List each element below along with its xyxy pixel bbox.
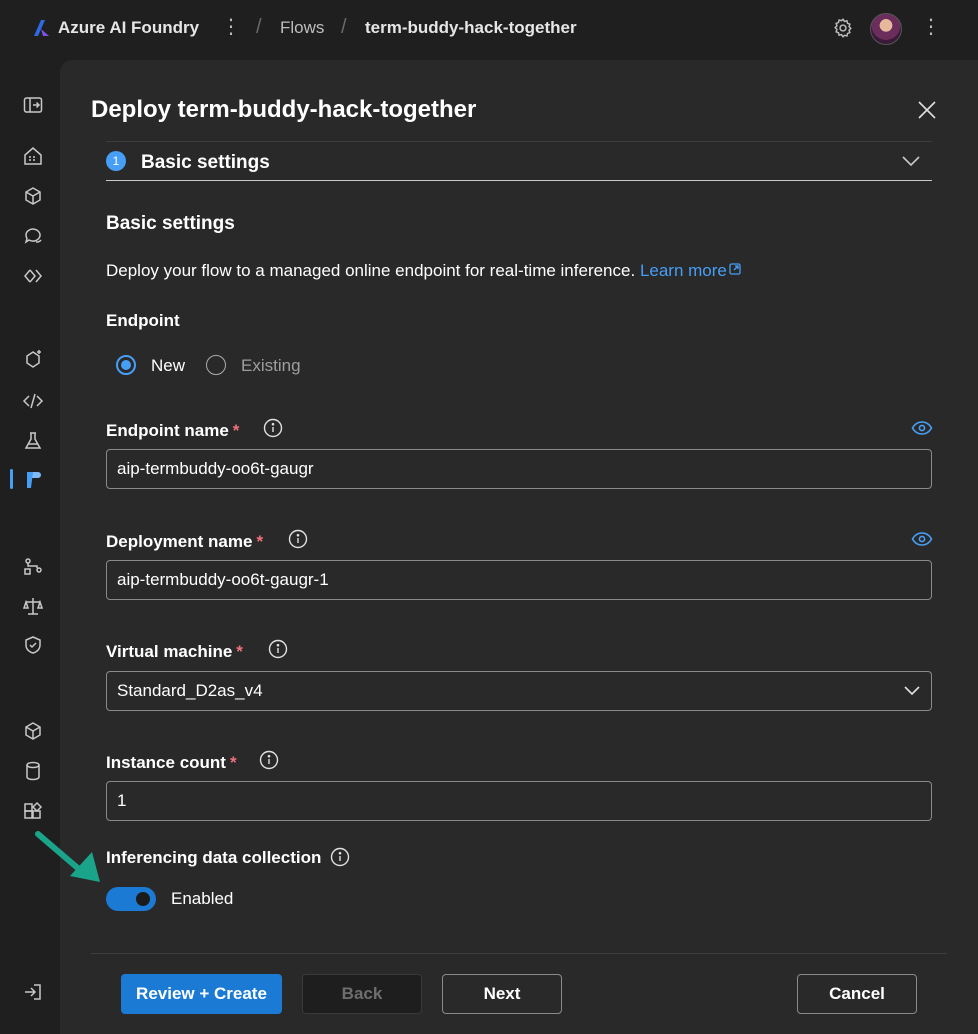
compare-icon[interactable] xyxy=(22,265,44,287)
eye-icon[interactable] xyxy=(911,531,933,547)
endpoint-name-input[interactable] xyxy=(106,449,932,489)
toggle-knob xyxy=(136,892,150,906)
info-icon[interactable] xyxy=(288,529,308,549)
endpoint-label: Endpoint xyxy=(106,311,180,330)
required-marker: * xyxy=(236,642,243,661)
breadcrumb-separator: / xyxy=(341,16,347,38)
data-collection-state: Enabled xyxy=(171,889,234,908)
prompt-flow-icon[interactable] xyxy=(22,469,44,491)
endpoint-existing-label[interactable]: Existing xyxy=(241,356,301,376)
endpoint-name-label-text: Endpoint name xyxy=(106,421,229,440)
divider xyxy=(106,180,932,181)
next-button[interactable]: Next xyxy=(442,974,562,1014)
deployment-name-label-text: Deployment name xyxy=(106,532,253,551)
panel-title: Deploy term-buddy-hack-together xyxy=(91,96,477,123)
chevron-down-icon[interactable] xyxy=(900,152,922,170)
tracing-icon[interactable] xyxy=(22,556,44,578)
model-catalog-icon[interactable] xyxy=(22,185,44,207)
settings-gear-icon[interactable] xyxy=(832,17,854,39)
endpoint-name-label: Endpoint name * xyxy=(106,421,239,441)
deploy-panel: Deploy term-buddy-hack-together 1 Basic … xyxy=(60,60,978,1034)
instance-count-input[interactable] xyxy=(106,781,932,821)
info-icon[interactable] xyxy=(259,750,279,770)
safety-shield-icon[interactable] xyxy=(22,634,44,656)
footer-divider xyxy=(91,953,947,954)
divider xyxy=(106,141,932,142)
virtual-machine-label-text: Virtual machine xyxy=(106,642,233,661)
data-collection-toggle[interactable] xyxy=(106,887,156,911)
chat-icon[interactable] xyxy=(22,225,44,247)
flask-icon[interactable] xyxy=(22,430,44,452)
info-icon[interactable] xyxy=(330,847,350,867)
info-icon[interactable] xyxy=(263,418,283,438)
data-collection-label: Inferencing data collection xyxy=(106,848,322,867)
chevron-down-icon[interactable] xyxy=(903,685,921,697)
required-marker: * xyxy=(232,421,240,440)
azure-logo-icon[interactable] xyxy=(32,18,52,38)
top-bar: Azure AI Foundry ⋮ / Flows / term-buddy-… xyxy=(0,0,978,56)
app-menu-icon[interactable]: ⋮ xyxy=(221,17,241,37)
virtual-machine-select[interactable]: Standard_D2as_v4 xyxy=(106,671,932,711)
sign-out-icon[interactable] xyxy=(22,981,44,1003)
app-brand[interactable]: Azure AI Foundry xyxy=(58,18,199,38)
required-marker: * xyxy=(229,753,237,772)
collapse-panel-icon[interactable] xyxy=(22,94,44,116)
virtual-machine-label: Virtual machine * xyxy=(106,642,243,662)
components-icon[interactable] xyxy=(22,800,44,822)
home-icon[interactable] xyxy=(22,145,44,167)
annotation-arrow-icon xyxy=(35,831,100,882)
step-title[interactable]: Basic settings xyxy=(141,152,270,174)
more-options-icon[interactable]: ⋮ xyxy=(921,17,941,37)
external-link-icon xyxy=(729,263,741,275)
breadcrumb-separator: / xyxy=(256,16,262,38)
required-marker: * xyxy=(256,532,264,551)
deployment-name-label: Deployment name * xyxy=(106,532,263,552)
code-icon[interactable] xyxy=(22,390,44,412)
section-title: Basic settings xyxy=(106,213,235,234)
breadcrumb-flows[interactable]: Flows xyxy=(280,18,324,38)
info-icon[interactable] xyxy=(268,639,288,659)
endpoint-existing-radio[interactable] xyxy=(206,355,226,375)
instance-count-label-text: Instance count xyxy=(106,753,226,772)
data-storage-icon[interactable] xyxy=(22,760,44,782)
breadcrumb-current[interactable]: term-buddy-hack-together xyxy=(365,18,577,38)
endpoint-new-label[interactable]: New xyxy=(151,356,185,376)
instance-count-label: Instance count * xyxy=(106,753,237,773)
close-icon[interactable] xyxy=(916,99,938,121)
review-create-button[interactable]: Review + Create xyxy=(121,974,282,1014)
user-avatar[interactable] xyxy=(870,13,902,45)
evaluation-icon[interactable] xyxy=(22,595,44,617)
learn-more-link[interactable]: Learn more xyxy=(640,261,741,280)
learn-more-label: Learn more xyxy=(639,261,727,280)
description-text: Deploy your flow to a managed online end… xyxy=(106,261,636,280)
step-number-badge: 1 xyxy=(106,151,126,171)
models-cube-icon[interactable] xyxy=(22,720,44,742)
description: Deploy your flow to a managed online end… xyxy=(106,261,741,281)
deployment-name-input[interactable] xyxy=(106,560,932,600)
endpoint-new-radio[interactable] xyxy=(116,355,136,375)
ai-services-icon[interactable] xyxy=(22,348,44,370)
eye-icon[interactable] xyxy=(911,420,933,436)
cancel-button[interactable]: Cancel xyxy=(797,974,917,1014)
back-button[interactable]: Back xyxy=(302,974,422,1014)
active-nav-indicator xyxy=(10,469,13,489)
